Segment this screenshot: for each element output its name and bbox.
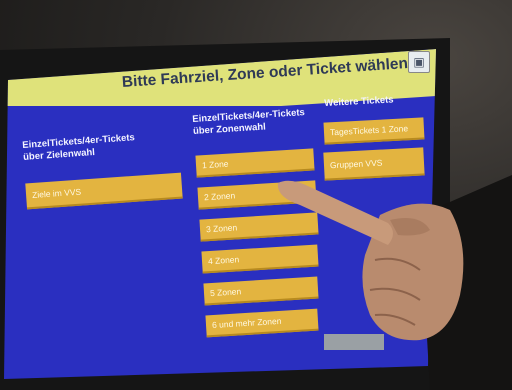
ticket-icon[interactable]: ▣ — [408, 51, 430, 73]
pointing-hand — [277, 175, 512, 390]
index-finger — [277, 180, 393, 245]
